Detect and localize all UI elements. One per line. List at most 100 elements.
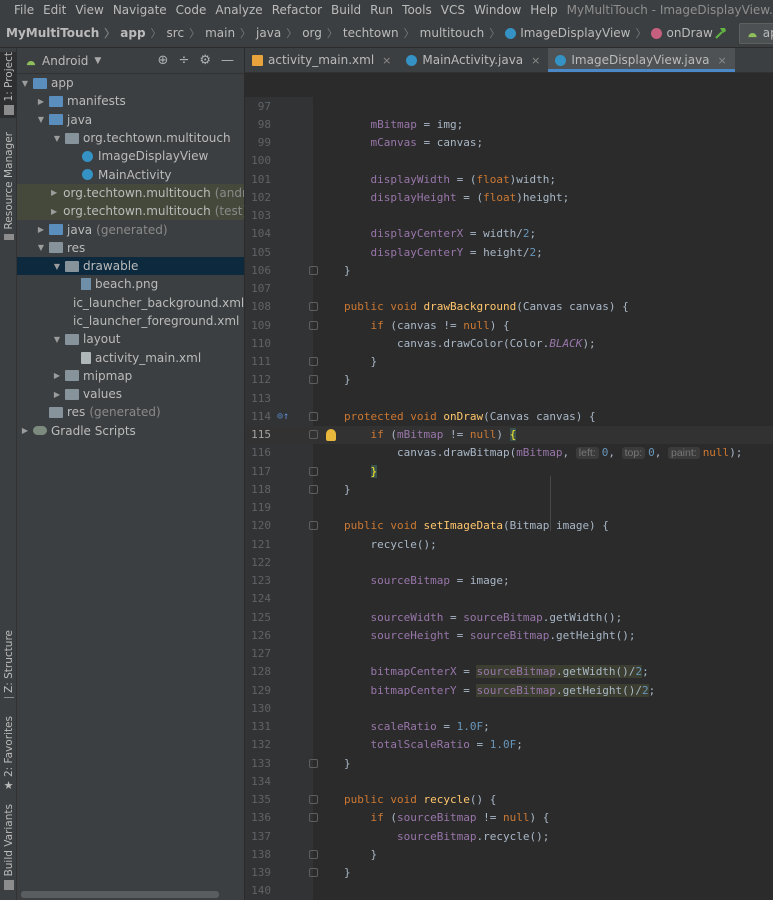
code-line[interactable]: 132 totalScaleRatio = 1.0F; (245, 736, 773, 754)
tree-item[interactable]: ▶ manifests (17, 92, 244, 110)
fold-marker-icon[interactable] (309, 521, 318, 531)
close-tab-icon[interactable]: × (382, 54, 391, 67)
code-line[interactable]: 119 (245, 499, 773, 517)
menu-vcs[interactable]: VCS (441, 3, 465, 17)
code-area[interactable]: 97 98 mBitmap = img; 99 mCanvas = canvas; 1… (245, 97, 773, 900)
override-method-icon[interactable]: ⊙↑ (277, 411, 289, 422)
tree-item[interactable]: ▼ drawable (17, 256, 244, 276)
hide-panel-icon[interactable]: — (221, 53, 234, 68)
breadcrumb-project[interactable]: MyMultiTouch 〉 (6, 25, 120, 41)
tree-item[interactable]: ▶ Gradle Scripts (17, 422, 244, 440)
tree-item[interactable]: ▶ org.techtown.multitouch(androidTest) (17, 183, 244, 203)
code-line[interactable]: 133} (245, 754, 773, 772)
close-tab-icon[interactable]: × (531, 54, 540, 67)
run-configuration-select[interactable]: app ▼ (738, 22, 773, 44)
collapse-arrow-icon[interactable]: ▶ (51, 188, 57, 197)
menu-help[interactable]: Help (530, 3, 557, 17)
code-line[interactable]: 104 displayCenterX = width/2; (245, 225, 773, 243)
code-line[interactable]: 131 scaleRatio = 1.0F; (245, 718, 773, 736)
code-line[interactable]: 140 (245, 882, 773, 900)
tree-item[interactable]: beach.png (17, 275, 244, 293)
fold-marker-icon[interactable] (309, 265, 318, 275)
fold-marker-icon[interactable] (309, 466, 318, 476)
fold-marker-icon[interactable] (309, 758, 318, 768)
lightbulb-icon[interactable] (326, 428, 336, 441)
dropdown-arrow-icon[interactable]: ▼ (94, 56, 101, 66)
fold-marker-icon[interactable] (309, 375, 318, 385)
menu-tools[interactable]: Tools (402, 3, 432, 17)
code-line[interactable]: 127 (245, 645, 773, 663)
fold-marker-icon[interactable] (309, 357, 318, 367)
menu-code[interactable]: Code (176, 3, 207, 17)
tree-item[interactable]: ▼ layout (17, 330, 244, 348)
menu-view[interactable]: View (75, 3, 103, 17)
code-line[interactable]: 139} (245, 864, 773, 882)
expand-arrow-icon[interactable]: ▼ (19, 79, 31, 88)
fold-marker-icon[interactable] (309, 320, 318, 330)
code-line[interactable]: 137 sourceBitmap.recycle(); (245, 827, 773, 845)
tree-item[interactable]: ▼ org.techtown.multitouch (17, 129, 244, 147)
code-line[interactable]: 134 (245, 772, 773, 790)
code-line[interactable]: 135 public void recycle() { (245, 791, 773, 809)
horizontal-scrollbar[interactable] (21, 891, 219, 898)
code-line[interactable]: 128 bitmapCenterX = sourceBitmap.getWidt… (245, 663, 773, 681)
code-line[interactable]: 138 } (245, 845, 773, 863)
code-line[interactable]: 101 displayWidth = (float)width; (245, 170, 773, 188)
menu-run[interactable]: Run (370, 3, 393, 17)
code-line[interactable]: 118} (245, 480, 773, 498)
code-line[interactable]: 124 (245, 590, 773, 608)
collapse-all-icon[interactable]: ÷ (178, 53, 189, 68)
code-line[interactable]: 116 canvas.drawBitmap(mBitmap, left: 0, t… (245, 444, 773, 462)
expand-arrow-icon[interactable]: ▼ (35, 115, 47, 124)
menu-analyze[interactable]: Analyze (215, 3, 262, 17)
code-line[interactable]: 108 public void drawBackground(Canvas can… (245, 298, 773, 316)
tab-build-variants[interactable]: Build Variants (0, 804, 17, 894)
menu-refactor[interactable]: Refactor (272, 3, 322, 17)
editor-tab[interactable]: activity_main.xml × (245, 48, 399, 72)
menu-file[interactable]: File (14, 3, 34, 17)
code-line[interactable]: 105 displayCenterY = height/2; (245, 243, 773, 261)
code-line[interactable]: 109 if (canvas != null) { (245, 316, 773, 334)
tree-item[interactable]: ▼ java (17, 111, 244, 129)
editor-tab[interactable]: MainActivity.java × (399, 48, 548, 72)
code-line[interactable]: 100 (245, 152, 773, 170)
fold-marker-icon[interactable] (309, 302, 318, 312)
breadcrumb-method[interactable]: onDraw (651, 26, 713, 40)
collapse-arrow-icon[interactable]: ▶ (35, 97, 47, 106)
code-line[interactable]: 102 displayHeight = (float)height; (245, 188, 773, 206)
code-line[interactable]: 126 sourceHeight = sourceBitmap.getHeigh… (245, 626, 773, 644)
tree-item[interactable]: ▶ org.techtown.multitouch (test) (17, 202, 244, 221)
tree-item[interactable]: ▼ res (17, 239, 244, 257)
fold-marker-icon[interactable] (309, 430, 318, 440)
menu-build[interactable]: Build (331, 3, 361, 17)
menu-navigate[interactable]: Navigate (113, 3, 167, 17)
fold-marker-icon[interactable] (309, 849, 318, 859)
code-line[interactable]: 121 recycle(); (245, 535, 773, 553)
breadcrumb-app[interactable]: app 〉 (120, 25, 166, 41)
menu-edit[interactable]: Edit (43, 3, 66, 17)
gear-icon[interactable]: ⚙ (199, 53, 211, 68)
code-line[interactable]: 114 ⊙↑ protected void onDraw(Canvas canvas… (245, 407, 773, 425)
code-line[interactable]: 122 (245, 553, 773, 571)
breadcrumb-main[interactable]: main 〉 (205, 25, 256, 41)
tree-item[interactable]: ▶ values (17, 385, 244, 403)
tree-item[interactable]: activity_main.xml (17, 348, 244, 366)
breadcrumb-java[interactable]: java 〉 (256, 25, 302, 41)
tab-favorites[interactable]: 2: Favorites ★ (0, 716, 17, 792)
tab-resource-manager[interactable]: Resource Manager (0, 132, 17, 240)
tree-item[interactable]: ▶ java (generated) (17, 220, 244, 238)
collapse-arrow-icon[interactable]: ▶ (51, 390, 63, 399)
build-hammer-icon[interactable] (713, 25, 729, 41)
code-line[interactable]: 130 (245, 699, 773, 717)
tab-project-tool[interactable]: 1: Project (0, 52, 17, 118)
code-line[interactable]: 112} (245, 371, 773, 389)
tree-item[interactable]: ▶ mipmap (17, 367, 244, 385)
fold-marker-icon[interactable] (309, 411, 318, 421)
tree-item[interactable]: ImageDisplayView (17, 147, 244, 165)
tree-item[interactable]: ic_launcher_background.xml (17, 294, 244, 312)
code-line[interactable]: 123 sourceBitmap = image; (245, 572, 773, 590)
breadcrumb-multitouch[interactable]: multitouch 〉 (420, 25, 506, 41)
code-line[interactable]: 103 (245, 207, 773, 225)
code-line[interactable]: 110 canvas.drawColor(Color.BLACK); (245, 334, 773, 352)
expand-arrow-icon[interactable]: ▼ (51, 262, 63, 271)
